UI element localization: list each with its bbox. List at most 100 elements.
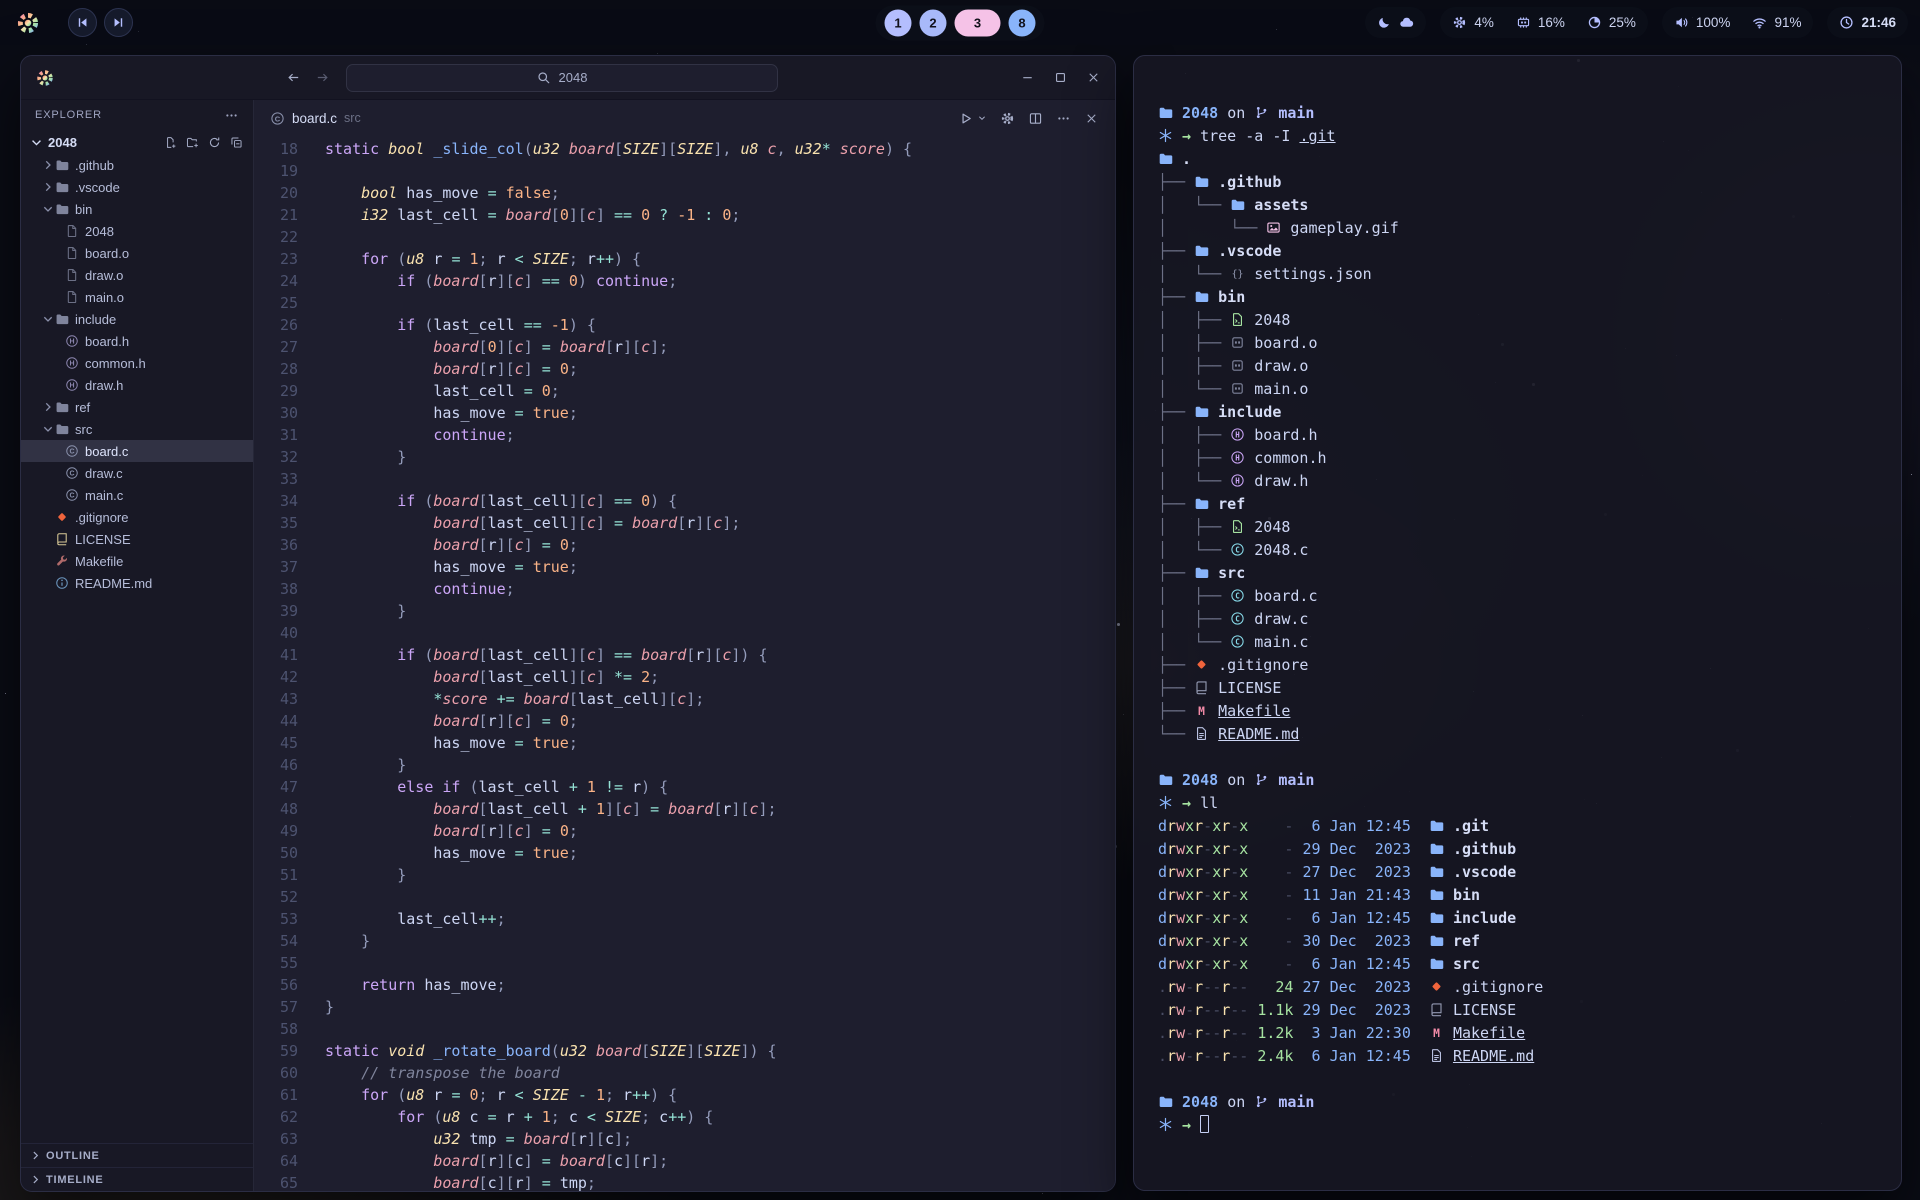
folder-icon [1429, 933, 1444, 948]
folder-icon [1194, 404, 1209, 419]
refresh-icon[interactable] [208, 136, 221, 149]
folder-icon [1429, 818, 1444, 833]
editor-close-icon[interactable] [1084, 111, 1099, 126]
vscode-window: 2048 EXPLORER 2048 [20, 55, 1116, 1192]
explorer-item-bin[interactable]: bin [21, 198, 253, 220]
book-icon [55, 532, 69, 546]
tree-row: ├── .github [1158, 171, 1881, 194]
explorer-item-.github[interactable]: .github [21, 154, 253, 176]
code-line-20: 20 bool has_move = false; [254, 182, 1115, 204]
vscode-titlebar[interactable]: 2048 [21, 56, 1115, 100]
folder-icon [1194, 243, 1209, 258]
timeline-label: TIMELINE [46, 1174, 104, 1186]
cfile-icon: C [1230, 588, 1245, 603]
file-label: README.md [75, 576, 152, 591]
timeline-panel[interactable]: TIMELINE [21, 1167, 253, 1191]
svg-text:H: H [69, 383, 74, 390]
moon-icon [1377, 15, 1392, 30]
explorer-item-draw.c[interactable]: Cdraw.c [21, 462, 253, 484]
explorer-item-ref[interactable]: ref [21, 396, 253, 418]
code-line-40: 40 [254, 622, 1115, 644]
new-folder-icon[interactable] [186, 136, 199, 149]
explorer-item-Makefile[interactable]: Makefile [21, 550, 253, 572]
system-stats: 4% 16% 25% [1440, 7, 1648, 38]
explorer-item-draw.o[interactable]: draw.o [21, 264, 253, 286]
chev-right-icon [41, 180, 55, 194]
folder-icon [1429, 841, 1444, 856]
chev-down-icon [41, 312, 55, 326]
close-button[interactable] [1086, 70, 1101, 85]
minimize-button[interactable] [1020, 70, 1035, 85]
maximize-button[interactable] [1053, 70, 1068, 85]
split-editor-icon[interactable] [1028, 111, 1043, 126]
snow-icon [1158, 795, 1173, 810]
run-dropdown-icon[interactable] [977, 113, 987, 123]
explorer-more-icon[interactable] [224, 108, 239, 123]
explorer-item-2048[interactable]: 2048 [21, 220, 253, 242]
line-number: 32 [254, 446, 298, 468]
explorer-item-board.c[interactable]: Cboard.c [21, 440, 253, 462]
obj-icon [1230, 335, 1245, 350]
svg-text:H: H [69, 361, 74, 368]
outline-panel[interactable]: OUTLINE [21, 1143, 253, 1167]
command-center-search[interactable]: 2048 [346, 64, 778, 92]
collapse-all-icon[interactable] [230, 136, 243, 149]
explorer-item-LICENSE[interactable]: LICENSE [21, 528, 253, 550]
explorer-item-include[interactable]: include [21, 308, 253, 330]
media-prev-button[interactable] [68, 8, 97, 37]
explorer-item-board.h[interactable]: Hboard.h [21, 330, 253, 352]
explorer-item-board.o[interactable]: board.o [21, 242, 253, 264]
nav-back-icon[interactable] [286, 70, 301, 85]
file-label: 2048 [85, 224, 114, 239]
explorer-item-README.md[interactable]: README.md [21, 572, 253, 594]
code-line-26: 26 if (last_cell == -1) { [254, 314, 1115, 336]
svg-text:H: H [69, 339, 74, 346]
tab-board-c[interactable]: C board.c src [270, 111, 361, 126]
tree-row: │ ├── 2048 [1158, 516, 1881, 539]
tree-row: ├── src [1158, 562, 1881, 585]
folder-icon [1158, 151, 1173, 166]
folder-icon [1429, 864, 1444, 879]
nav-forward-icon[interactable] [315, 70, 330, 85]
line-number: 58 [254, 1018, 298, 1040]
launcher-button[interactable] [12, 7, 44, 39]
file-label: .gitignore [75, 510, 128, 525]
command-line: → tree -a -I .git [1158, 125, 1881, 148]
project-root-row[interactable]: 2048 [21, 130, 253, 154]
line-number: 36 [254, 534, 298, 556]
file-icon [65, 290, 79, 304]
run-button[interactable] [958, 111, 973, 126]
explorer-item-.vscode[interactable]: .vscode [21, 176, 253, 198]
explorer-item-.gitignore[interactable]: .gitignore [21, 506, 253, 528]
workspace-2[interactable]: 2 [920, 9, 947, 36]
cfile-icon: C [65, 444, 79, 458]
tree-row: │ └── assets [1158, 194, 1881, 217]
svg-text:C: C [1235, 637, 1240, 646]
workspace-switcher: 1238 [876, 5, 1045, 40]
editor-more-icon[interactable] [1056, 111, 1071, 126]
explorer-item-src[interactable]: src [21, 418, 253, 440]
code-line-28: 28 board[r][c] = 0; [254, 358, 1115, 380]
explorer-item-main.o[interactable]: main.o [21, 286, 253, 308]
folder-icon [55, 158, 69, 172]
terminal-window[interactable]: 2048 on main → tree -a -I .git .├── .git… [1133, 55, 1902, 1191]
media-next-button[interactable] [104, 8, 133, 37]
explorer-item-common.h[interactable]: Hcommon.h [21, 352, 253, 374]
code-line-52: 52 [254, 886, 1115, 908]
workspace-8[interactable]: 8 [1009, 9, 1036, 36]
tree-row: ├── .gitignore [1158, 654, 1881, 677]
line-number: 33 [254, 468, 298, 490]
workspace-3[interactable]: 3 [955, 9, 1001, 36]
svg-text:{}: {} [1232, 269, 1244, 280]
explorer-item-draw.h[interactable]: Hdraw.h [21, 374, 253, 396]
editor-settings-icon[interactable] [1000, 111, 1015, 126]
workspace-1[interactable]: 1 [885, 9, 912, 36]
new-file-icon[interactable] [164, 136, 177, 149]
code-line-19: 19 [254, 160, 1115, 182]
code-area[interactable]: 18static bool _slide_col(u32 board[SIZE]… [254, 136, 1115, 1191]
code-line-60: 60 // transpose the board [254, 1062, 1115, 1084]
svg-text:H: H [1235, 430, 1240, 439]
chev-down-icon [41, 422, 55, 436]
volume-value: 100% [1696, 15, 1731, 30]
explorer-item-main.c[interactable]: Cmain.c [21, 484, 253, 506]
